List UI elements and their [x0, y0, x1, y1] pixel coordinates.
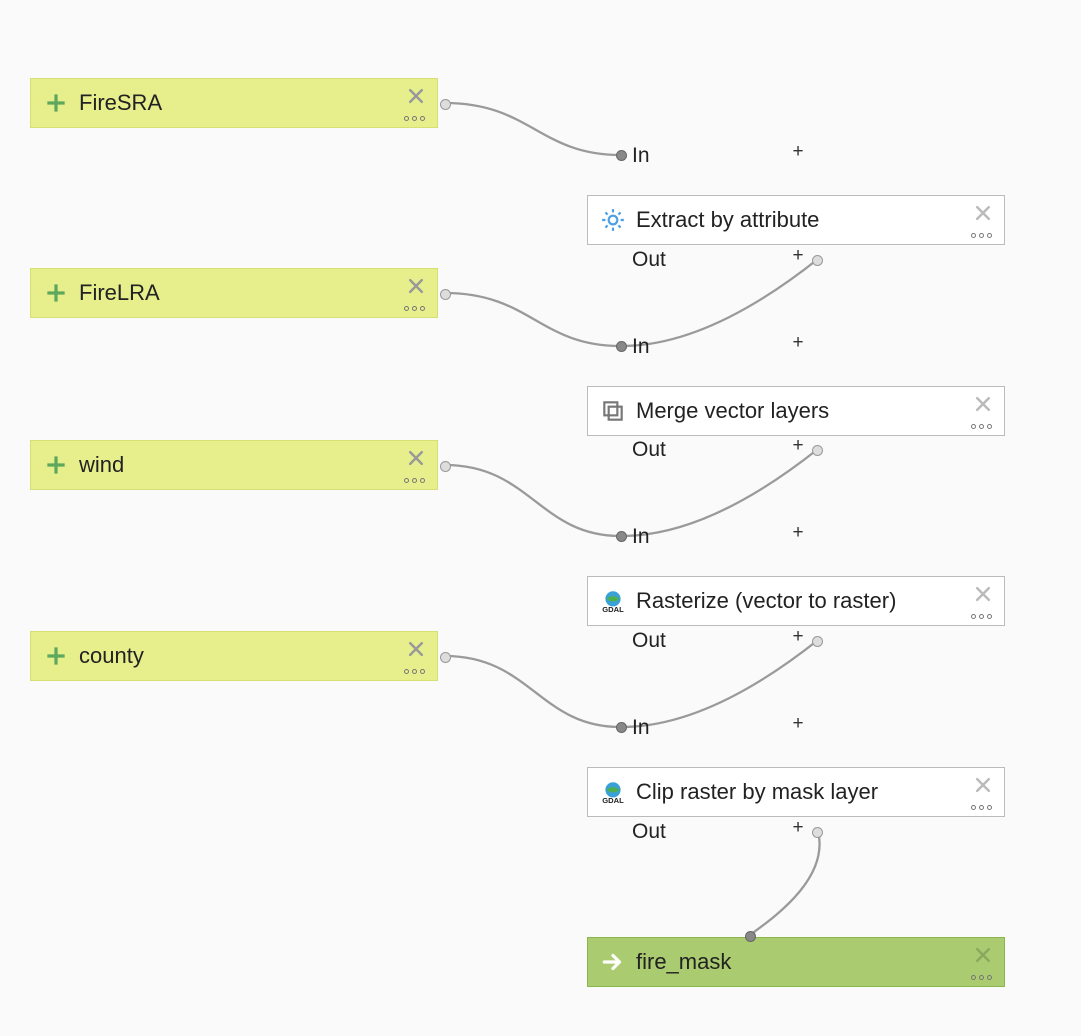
input-label: FireSRA	[79, 90, 425, 116]
input-node-county[interactable]: county	[30, 631, 438, 681]
alg-node-extract-by-attribute[interactable]: Extract by attribute	[587, 195, 1005, 245]
more-icon[interactable]	[404, 116, 425, 121]
gdal-icon: GDAL	[600, 779, 626, 805]
port-out-rasterize: Out	[632, 629, 674, 653]
port-in-clip: In	[632, 716, 658, 740]
close-icon[interactable]	[405, 85, 427, 107]
port-in-merge: In	[632, 335, 658, 359]
input-label: county	[79, 643, 425, 669]
alg-label: Clip raster by mask layer	[636, 779, 992, 805]
plus-icon	[43, 280, 69, 306]
alg-label: Merge vector layers	[636, 398, 992, 424]
output-port[interactable]	[440, 289, 451, 300]
input-port[interactable]	[616, 150, 627, 161]
more-icon[interactable]	[971, 233, 992, 238]
alg-label: Rasterize (vector to raster)	[636, 588, 992, 614]
add-input-button[interactable]: +	[790, 336, 806, 352]
stack-icon	[600, 398, 626, 424]
input-node-firesra[interactable]: FireSRA	[30, 78, 438, 128]
add-input-button[interactable]: +	[790, 145, 806, 161]
close-icon[interactable]	[972, 202, 994, 224]
output-port[interactable]	[440, 652, 451, 663]
close-icon[interactable]	[972, 583, 994, 605]
plus-icon	[43, 90, 69, 116]
edge-county-to-clip	[445, 656, 620, 727]
input-node-wind[interactable]: wind	[30, 440, 438, 490]
gear-icon	[600, 207, 626, 233]
add-output-button[interactable]: +	[790, 821, 806, 837]
close-icon[interactable]	[405, 447, 427, 469]
edge-sra-to-extract	[445, 103, 620, 155]
add-output-button[interactable]: +	[790, 439, 806, 455]
input-port[interactable]	[616, 531, 627, 542]
edge-merge-to-rasterize	[622, 449, 818, 536]
input-port[interactable]	[616, 341, 627, 352]
svg-text:GDAL: GDAL	[602, 605, 624, 614]
svg-text:GDAL: GDAL	[602, 796, 624, 805]
alg-node-clip-raster[interactable]: GDAL Clip raster by mask layer	[587, 767, 1005, 817]
close-icon[interactable]	[405, 638, 427, 660]
close-icon[interactable]	[972, 944, 994, 966]
plus-icon	[43, 452, 69, 478]
gdal-icon: GDAL	[600, 588, 626, 614]
output-port[interactable]	[812, 255, 823, 266]
connections-layer	[0, 0, 1081, 1036]
input-port[interactable]	[745, 931, 756, 942]
more-icon[interactable]	[971, 614, 992, 619]
input-label: FireLRA	[79, 280, 425, 306]
port-in-rasterize: In	[632, 525, 658, 549]
edge-extract-to-merge	[622, 259, 818, 346]
port-out-clip: Out	[632, 820, 674, 844]
input-label: wind	[79, 452, 425, 478]
more-icon[interactable]	[404, 669, 425, 674]
edge-wind-to-rasterize	[445, 465, 620, 536]
add-output-button[interactable]: +	[790, 249, 806, 265]
output-port[interactable]	[812, 827, 823, 838]
close-icon[interactable]	[972, 393, 994, 415]
plus-icon	[43, 643, 69, 669]
port-out-extract: Out	[632, 248, 674, 272]
output-port[interactable]	[812, 445, 823, 456]
more-icon[interactable]	[971, 424, 992, 429]
close-icon[interactable]	[972, 774, 994, 796]
more-icon[interactable]	[404, 306, 425, 311]
output-port[interactable]	[440, 99, 451, 110]
port-in-extract: In	[632, 144, 658, 168]
output-port[interactable]	[812, 636, 823, 647]
edge-clip-to-firemask	[750, 831, 820, 935]
input-port[interactable]	[616, 722, 627, 733]
output-port[interactable]	[440, 461, 451, 472]
add-input-button[interactable]: +	[790, 526, 806, 542]
add-output-button[interactable]: +	[790, 630, 806, 646]
add-input-button[interactable]: +	[790, 717, 806, 733]
port-out-merge: Out	[632, 438, 674, 462]
more-icon[interactable]	[404, 478, 425, 483]
edge-lra-to-merge	[445, 293, 620, 346]
alg-label: Extract by attribute	[636, 207, 992, 233]
input-node-firelra[interactable]: FireLRA	[30, 268, 438, 318]
close-icon[interactable]	[405, 275, 427, 297]
output-label: fire_mask	[636, 949, 992, 975]
alg-node-merge-vector-layers[interactable]: Merge vector layers	[587, 386, 1005, 436]
edge-rasterize-to-clip	[622, 640, 818, 727]
alg-node-rasterize[interactable]: GDAL Rasterize (vector to raster)	[587, 576, 1005, 626]
output-node-fire-mask[interactable]: fire_mask	[587, 937, 1005, 987]
arrow-right-icon	[600, 949, 626, 975]
more-icon[interactable]	[971, 975, 992, 980]
more-icon[interactable]	[971, 805, 992, 810]
